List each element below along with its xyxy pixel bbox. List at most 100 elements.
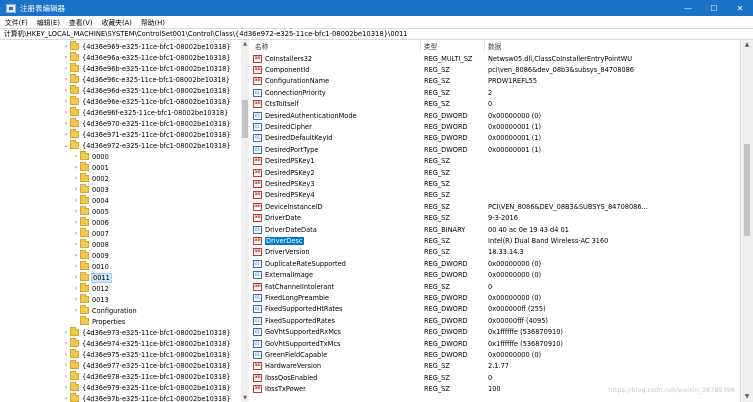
value-row[interactable]: ab CoInstallers32 REG_MULTI_SZ Netwsw05.dll… (250, 53, 740, 64)
chevron-right-icon[interactable]: › (72, 230, 80, 237)
value-row[interactable]: 01 FixedLongPreamble REG_DWORD 0x00000000 (… (250, 292, 740, 303)
tree-item[interactable]: › 0007 (72, 228, 109, 239)
tree-scrollbar-thumb[interactable] (242, 100, 248, 138)
scroll-up-arrow-icon[interactable]: ▲ (241, 40, 249, 48)
tree-item[interactable]: › 0005 (72, 206, 109, 217)
menu-favorites[interactable]: 收藏夹(A) (102, 17, 132, 27)
tree-item[interactable]: › {4d36e973-e325-11ce-bfc1-08002be10318} (62, 327, 231, 338)
value-row[interactable]: 01 FixedSupportedHtRates REG_DWORD 0x000000… (250, 304, 740, 315)
value-row[interactable]: ab IbssQosEnabled REG_SZ 0 (250, 372, 740, 383)
tree-item[interactable]: › Configuration (72, 305, 137, 316)
tree-item[interactable]: › {4d36e975-e325-11ce-bfc1-08002be10318} (62, 349, 231, 360)
tree-item[interactable]: › {4d36e970-e325-11ce-bfc1-08002be10318} (62, 118, 231, 129)
minimize-button[interactable]: — (675, 0, 701, 16)
tree-item[interactable]: › 0008 (72, 239, 109, 250)
value-row[interactable]: ab DesiredPSKey2 REG_SZ (250, 167, 740, 178)
chevron-right-icon[interactable]: › (72, 274, 80, 281)
chevron-right-icon[interactable]: › (62, 395, 70, 402)
column-header-type[interactable]: 类型 (424, 40, 437, 52)
chevron-right-icon[interactable]: › (62, 43, 70, 50)
tree-item[interactable]: › {4d36e96b-e325-11ce-bfc1-08002be10318} (62, 63, 231, 74)
values-scrollbar-thumb[interactable] (744, 144, 750, 236)
tree-item[interactable]: › 0002 (72, 173, 109, 184)
tree-item[interactable]: › 0010 (72, 261, 109, 272)
tree-item[interactable]: › {4d36e971-e325-11ce-bfc1-08002be10318} (62, 129, 231, 140)
chevron-right-icon[interactable]: › (62, 109, 70, 116)
chevron-right-icon[interactable]: › (72, 219, 80, 226)
tree-item[interactable]: › {4d36e969-e325-11ce-bfc1-08002be10318} (62, 41, 231, 52)
value-row[interactable]: ab DesiredPSKey3 REG_SZ (250, 178, 740, 189)
chevron-right-icon[interactable]: › (72, 285, 80, 292)
chevron-right-icon[interactable]: › (72, 153, 80, 160)
column-header-data[interactable]: 数据 (488, 40, 501, 52)
value-row[interactable]: 01 DesiredPortType REG_DWORD 0x00000001 (1) (250, 144, 740, 155)
column-header-name[interactable]: 名称 (255, 40, 268, 52)
value-row[interactable]: ab DesiredPSKey4 REG_SZ (250, 190, 740, 201)
chevron-right-icon[interactable]: › (62, 340, 70, 347)
scroll-down-arrow-icon[interactable]: ▼ (741, 392, 753, 402)
tree-scrollbar[interactable]: ▲ ▼ (241, 40, 249, 402)
chevron-right-icon[interactable]: › (72, 241, 80, 248)
chevron-right-icon[interactable]: › (62, 54, 70, 61)
tree-item[interactable]: › 0009 (72, 250, 109, 261)
chevron-right-icon[interactable]: › (62, 329, 70, 336)
chevron-right-icon[interactable]: › (72, 263, 80, 270)
tree-item[interactable]: › 0004 (72, 195, 109, 206)
value-row[interactable]: 01 DesiredAuthenticationMode REG_DWORD 0x00… (250, 110, 740, 121)
value-row[interactable]: 01 ExternalImage REG_DWORD 0x00000000 (0) (250, 270, 740, 281)
chevron-right-icon[interactable]: › (72, 175, 80, 182)
chevron-down-icon[interactable]: ⌄ (62, 142, 70, 149)
chevron-right-icon[interactable]: › (72, 197, 80, 204)
value-row[interactable]: ab FatChannelIntolerant REG_SZ 0 (250, 281, 740, 292)
chevron-right-icon[interactable]: › (72, 307, 80, 314)
tree-item[interactable]: › 0000 (72, 151, 109, 162)
tree-item[interactable]: › {4d36e974-e325-11ce-bfc1-08002be10318} (62, 338, 231, 349)
value-row[interactable]: 01 GoVhtSupportedRxMcs REG_DWORD 0x1ffffffe… (250, 327, 740, 338)
value-row[interactable]: ab HardwareVersion REG_SZ 2.1.77 (250, 361, 740, 372)
value-row[interactable]: ab DeviceInstanceID REG_SZ PCI\VEN_8086&DEV… (250, 201, 740, 212)
tree-item[interactable]: › 0011 (72, 272, 112, 283)
tree-item[interactable]: Properties (72, 316, 125, 327)
tree-item[interactable]: › {4d36e96f-e325-11ce-bfc1-08002be10318} (62, 107, 228, 118)
value-row[interactable]: 01 GoVhtSupportedTxMcs REG_DWORD 0x1ffffffe… (250, 338, 740, 349)
chevron-right-icon[interactable]: › (62, 351, 70, 358)
value-row[interactable]: 01 DuplicateRateSupported REG_DWORD 0x00000… (250, 258, 740, 269)
value-row[interactable]: 01 ConnectionPriority REG_SZ 2 (250, 87, 740, 98)
menu-help[interactable]: 帮助(H) (141, 17, 165, 27)
tree-item[interactable]: › 0012 (72, 283, 109, 294)
chevron-right-icon[interactable]: › (72, 164, 80, 171)
maximize-button[interactable]: ☐ (701, 0, 727, 16)
tree-item[interactable]: › {4d36e977-e325-11ce-bfc1-08002be10318} (62, 360, 231, 371)
value-row[interactable]: ab DriverVersion REG_SZ 18.33.14.3 (250, 247, 740, 258)
tree-item[interactable]: › {4d36e96a-e325-11ce-bfc1-08002be10318} (62, 52, 230, 63)
scroll-up-arrow-icon[interactable]: ▲ (741, 40, 753, 50)
chevron-right-icon[interactable]: › (62, 362, 70, 369)
value-row[interactable]: 01 FixedSupportedRates REG_DWORD 0x00000fff… (250, 315, 740, 326)
value-row[interactable]: 01 DesiredDefaultKeyId REG_DWORD 0x00000001… (250, 133, 740, 144)
address-bar[interactable]: 计算机\HKEY_LOCAL_MACHINE\SYSTEM\ControlSet… (0, 28, 753, 40)
close-button[interactable]: ✕ (727, 0, 753, 16)
tree-item[interactable]: › 0003 (72, 184, 109, 195)
chevron-right-icon[interactable]: › (72, 208, 80, 215)
tree-item[interactable]: › {4d36e97b-e325-11ce-bfc1-08002be10318} (62, 393, 231, 402)
chevron-right-icon[interactable]: › (72, 186, 80, 193)
value-row[interactable]: ab DesiredPSKey1 REG_SZ (250, 156, 740, 167)
menu-view[interactable]: 查看(V) (69, 17, 93, 27)
menu-file[interactable]: 文件(F) (5, 17, 28, 27)
tree-item[interactable]: › {4d36e978-e325-11ce-bfc1-08002be10318} (62, 371, 231, 382)
value-row[interactable]: ab ConfigurationName REG_SZ PROW1REFL55 (250, 76, 740, 87)
chevron-right-icon[interactable]: › (62, 384, 70, 391)
chevron-right-icon[interactable]: › (62, 87, 70, 94)
scroll-down-arrow-icon[interactable]: ▼ (241, 394, 249, 402)
chevron-right-icon[interactable]: › (62, 131, 70, 138)
value-row[interactable]: ab CtsToItself REG_SZ 0 (250, 99, 740, 110)
tree-item[interactable]: › 0013 (72, 294, 109, 305)
menu-edit[interactable]: 编辑(E) (37, 17, 60, 27)
chevron-right-icon[interactable]: › (72, 252, 80, 259)
value-row[interactable]: 01 DriverDateData REG_BINARY 00 40 ac 0e 19… (250, 224, 740, 235)
value-row[interactable]: ab ComponentId REG_SZ pci\ven_8086&dev_08b3… (250, 64, 740, 75)
value-row[interactable]: ab DriverDesc REG_SZ Intel(R) Dual Band Wir… (250, 235, 740, 246)
chevron-right-icon[interactable]: › (72, 296, 80, 303)
value-row[interactable]: 01 GreenFieldCapable REG_DWORD 0x00000000 (… (250, 349, 740, 360)
tree-item[interactable]: › {4d36e96e-e325-11ce-bfc1-08002be10318} (62, 96, 230, 107)
